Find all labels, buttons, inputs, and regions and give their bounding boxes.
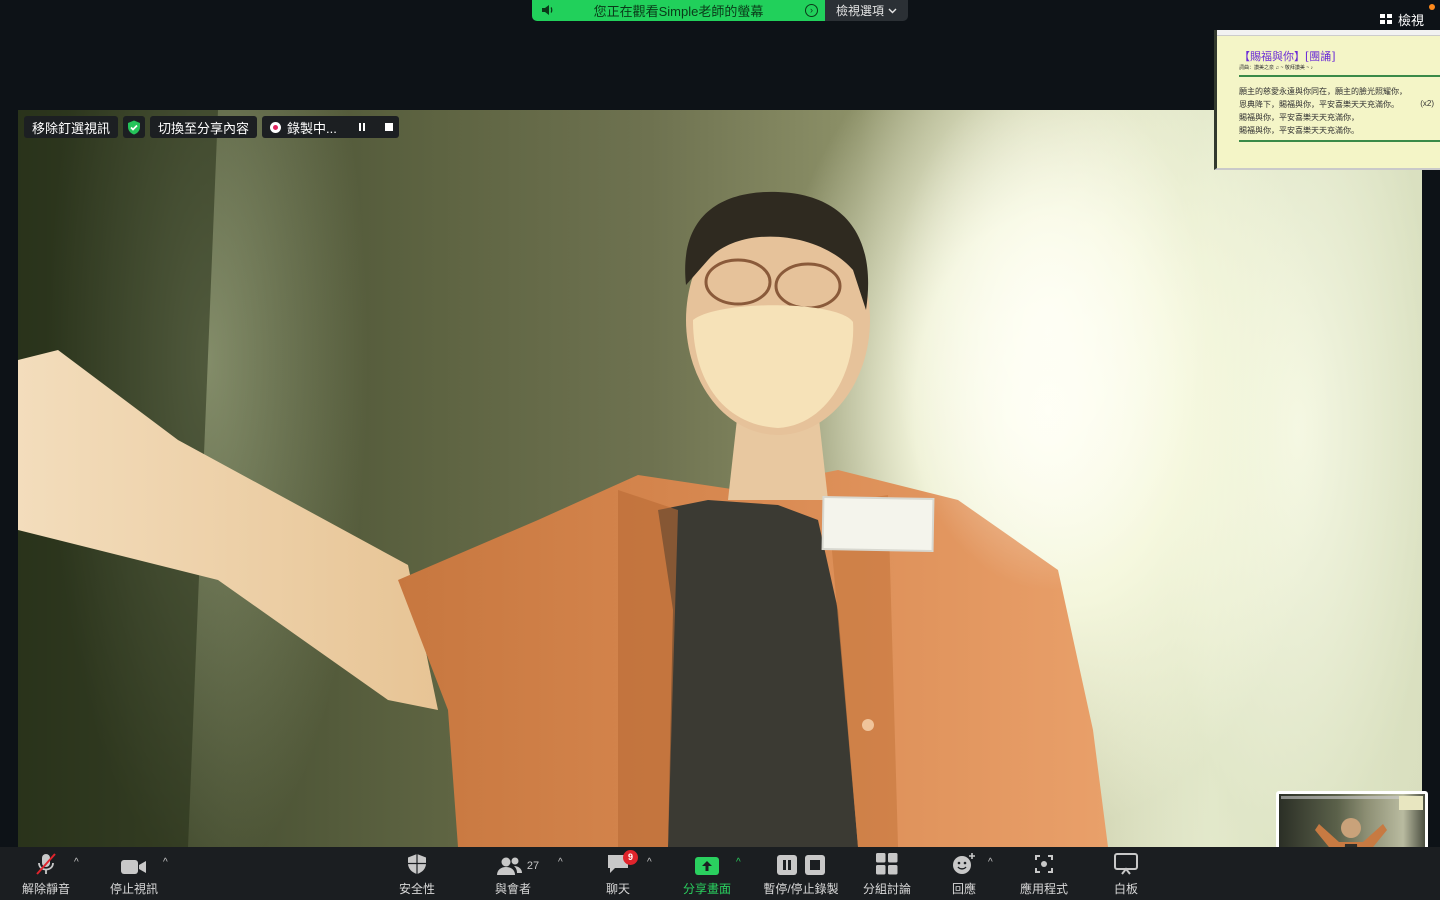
share-screen-label: 分享畫面	[682, 882, 731, 896]
shield-icon	[407, 853, 427, 875]
shared-document-toolbar	[1217, 30, 1440, 36]
lyric-line: 願主的慈愛永遠與你同在，願主的臉光照耀你，	[1239, 87, 1407, 96]
lyric-line: 賜福與你，平安喜樂天天充滿你，	[1239, 113, 1359, 122]
meeting-toolbar: 解除靜音 ^ 停止視訊 ^ 安全性 27 與會者 ^ 9 聊天 ^ 分享畫面 ^…	[0, 847, 1440, 900]
participants-icon: 27	[496, 853, 540, 875]
recording-dot-icon	[270, 121, 282, 133]
share-options-caret[interactable]: ^	[736, 857, 741, 868]
breakout-rooms-label: 分組討論	[862, 882, 911, 896]
security-button[interactable]: 安全性	[372, 853, 462, 897]
pinned-video	[18, 110, 1422, 847]
participant-count: 27	[526, 860, 540, 872]
lyric-line: 賜福與你，平安喜樂天天充滿你。	[1239, 126, 1359, 135]
video-camera-icon	[121, 853, 147, 875]
participants-label: 與會者	[494, 882, 531, 896]
switch-to-share-button[interactable]: 切換至分享內容	[150, 116, 258, 138]
participants-options-caret[interactable]: ^	[558, 857, 563, 868]
audio-share-icon[interactable]: ›	[805, 4, 818, 17]
unmute-label: 解除靜音	[21, 882, 70, 896]
recording-label: 錄製中...	[287, 120, 337, 136]
participant-video-figure	[18, 110, 1208, 847]
switch-to-share-label: 切換至分享內容	[158, 120, 250, 136]
video-options-caret[interactable]: ^	[163, 857, 168, 868]
notification-dot	[1429, 4, 1435, 10]
lyric-subtitle: 詞曲：讚美之泉 ♫ ~ 敬拜讚美 ~ ♪	[1239, 65, 1314, 71]
chat-bubble-icon: 9	[606, 850, 638, 875]
reactions-options-caret[interactable]: ^	[988, 857, 993, 868]
audio-options-caret[interactable]: ^	[74, 857, 79, 868]
lyric-repeat-mark: (x2)	[1420, 99, 1434, 108]
unpin-video-label: 移除釘選視訊	[32, 120, 111, 136]
chat-label: 聊天	[605, 882, 630, 896]
recording-indicator: 錄製中...	[262, 116, 399, 138]
participants-button[interactable]: 27 與會者	[473, 853, 563, 897]
apps-button[interactable]: 應用程式	[999, 853, 1089, 897]
chat-options-caret[interactable]: ^	[647, 857, 652, 868]
unpin-video-button[interactable]: 移除釘選視訊	[24, 116, 119, 138]
divider	[1239, 140, 1440, 142]
pause-stop-icon	[777, 853, 825, 875]
whiteboard-label: 白板	[1113, 882, 1138, 896]
chevron-down-icon	[888, 8, 897, 13]
apps-label: 應用程式	[1019, 882, 1068, 896]
grid-view-icon	[1379, 14, 1392, 24]
zoom-meeting-window: 您正在觀看Simple老師的螢幕 › 檢視選項 檢視 移除釘選視訊 切換至分享內…	[0, 0, 1440, 900]
muted-microphone-icon	[33, 853, 59, 875]
encryption-status[interactable]	[123, 116, 146, 138]
viewing-share-text: 您正在觀看Simple老師的螢幕	[593, 4, 764, 19]
screen-share-banner: 您正在觀看Simple老師的螢幕 › 檢視選項	[532, 0, 908, 21]
shared-screen-preview[interactable]: 【賜福與你】[團誦] 詞曲：讚美之泉 ♫ ~ 敬拜讚美 ~ ♪ 願主的慈愛永遠與…	[1214, 30, 1440, 170]
view-options-button[interactable]: 檢視選項	[825, 0, 908, 21]
view-button[interactable]: 檢視	[1379, 10, 1424, 29]
reactions-button[interactable]: 回應	[919, 853, 1009, 897]
unread-chat-badge: 9	[623, 850, 638, 865]
security-label: 安全性	[398, 882, 435, 896]
smiley-plus-icon	[952, 853, 976, 875]
stop-video-label: 停止視訊	[109, 882, 158, 896]
whiteboard-icon	[1114, 853, 1138, 875]
pause-stop-recording-label: 暫停/停止錄製	[763, 882, 839, 896]
view-label: 檢視	[1397, 13, 1424, 28]
video-controls: 移除釘選視訊 切換至分享內容 錄製中...	[24, 116, 399, 138]
viewing-share-indicator: 您正在觀看Simple老師的螢幕 ›	[532, 0, 825, 21]
reactions-label: 回應	[951, 882, 976, 896]
divider	[1239, 75, 1440, 77]
share-screen-icon	[695, 853, 719, 875]
stop-recording-icon[interactable]	[384, 123, 393, 131]
shield-check-icon	[128, 120, 141, 134]
whiteboard-button[interactable]: 白板	[1081, 853, 1171, 897]
lyric-title: 【賜福與你】[團誦]	[1239, 50, 1336, 63]
apps-icon	[1033, 853, 1055, 875]
pause-stop-recording-button[interactable]: 暫停/停止錄製	[756, 853, 846, 897]
lyric-line: 恩典降下，賜福與你，平安喜樂天天充滿你。	[1239, 100, 1399, 109]
view-options-label: 檢視選項	[835, 4, 884, 18]
breakout-rooms-icon	[876, 853, 898, 875]
pause-recording-icon[interactable]	[358, 123, 365, 131]
